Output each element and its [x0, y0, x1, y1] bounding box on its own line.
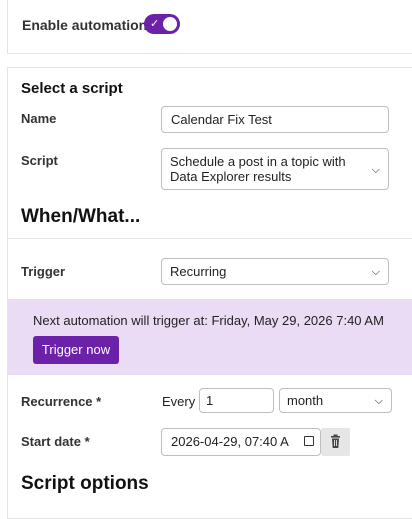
- chevron-down-icon: ⌵: [371, 163, 380, 176]
- toggle-knob: [163, 17, 177, 31]
- name-label: Name: [21, 111, 57, 126]
- recurrence-unit-select[interactable]: month ⌵: [279, 388, 392, 413]
- every-label: Every: [162, 394, 196, 409]
- trash-icon: [331, 434, 340, 448]
- calendar-icon[interactable]: [304, 436, 314, 446]
- check-icon: ✓: [150, 17, 160, 30]
- trigger-select-value: Recurring: [170, 264, 227, 279]
- recurrence-unit-value: month: [287, 393, 324, 408]
- enable-automation-toggle[interactable]: ✓: [144, 14, 180, 34]
- script-select-value-line1: Schedule a post in a topic with: [170, 154, 346, 169]
- script-select-value-line2: Data Explorer results: [170, 169, 292, 184]
- script-options-heading: Script options: [21, 473, 149, 494]
- when-what-heading: When/What...: [21, 206, 141, 227]
- start-date-value: 2026-04-29, 07:40 A: [171, 434, 289, 449]
- start-date-input[interactable]: 2026-04-29, 07:40 A: [161, 428, 321, 456]
- select-script-heading: Select a script: [21, 80, 123, 97]
- enable-automation-card: Enable automation ✓: [7, 0, 412, 54]
- script-label: Script: [21, 153, 58, 168]
- enable-automation-label: Enable automation: [22, 17, 148, 33]
- trigger-now-button[interactable]: Trigger now: [33, 336, 119, 364]
- next-trigger-text: Next automation will trigger at: Friday,…: [33, 313, 384, 328]
- trigger-label: Trigger: [21, 264, 66, 279]
- recurrence-interval-value: 1: [206, 393, 214, 408]
- clear-date-button[interactable]: [321, 428, 350, 456]
- trigger-select[interactable]: Recurring ⌵: [161, 258, 389, 285]
- name-input[interactable]: Calendar Fix Test: [161, 106, 389, 133]
- recurrence-interval-input[interactable]: 1: [199, 388, 274, 413]
- section-divider: [8, 238, 412, 239]
- start-date-label: Start date *: [21, 434, 90, 449]
- chevron-down-icon: ⌵: [374, 394, 383, 407]
- script-select[interactable]: Schedule a post in a topic with Data Exp…: [161, 148, 389, 190]
- name-input-value: Calendar Fix Test: [171, 112, 272, 127]
- recurrence-label: Recurrence *: [21, 394, 102, 409]
- chevron-down-icon: ⌵: [371, 265, 380, 278]
